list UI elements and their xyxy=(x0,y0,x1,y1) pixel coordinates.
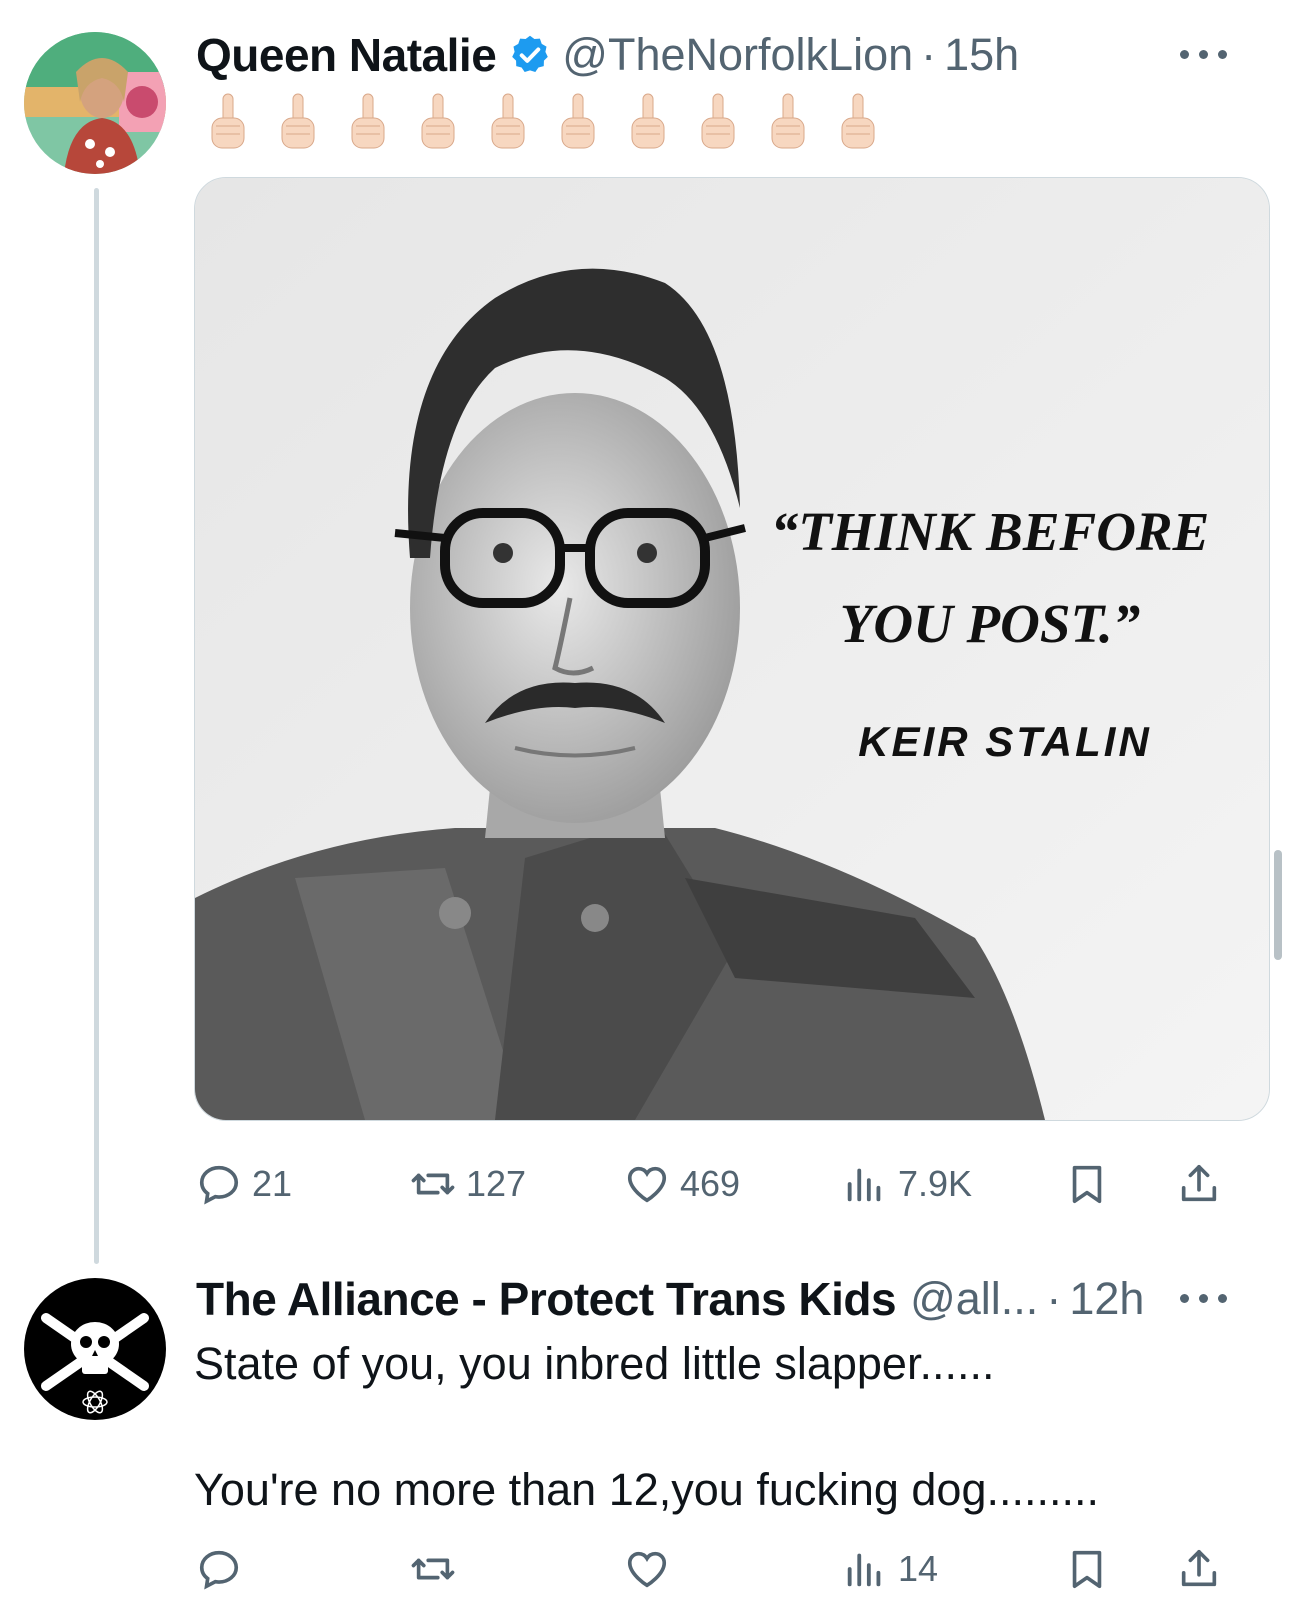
separator-dot: · xyxy=(1046,1273,1062,1324)
middle-finger-emoji-icon xyxy=(701,93,735,149)
avatar-queen-natalie[interactable] xyxy=(24,32,166,174)
reply-icon xyxy=(199,1165,239,1205)
author-handle[interactable]: @TheNorfolkLion xyxy=(562,29,913,81)
avatar-image xyxy=(24,1278,166,1420)
middle-finger-emoji-icon xyxy=(281,93,315,149)
repost-button[interactable]: 127 xyxy=(410,1156,526,1212)
image-quote-line-1: “THINK BEFORE xyxy=(770,501,1210,562)
like-icon xyxy=(627,1551,667,1588)
more-icon[interactable] xyxy=(1180,1292,1228,1304)
tweet-media-image[interactable]: “THINK BEFORE YOU POST.” KEIR STALIN xyxy=(194,177,1270,1121)
views-button[interactable]: 14 xyxy=(842,1541,938,1597)
repost-button[interactable] xyxy=(410,1541,456,1597)
like-count: 469 xyxy=(680,1163,741,1204)
reply-action-bar: 14 xyxy=(196,1541,1264,1597)
middle-finger-emoji-icon xyxy=(491,93,525,149)
middle-finger-emoji-icon xyxy=(631,93,665,149)
share-button[interactable] xyxy=(1176,1541,1222,1597)
like-button[interactable] xyxy=(624,1541,670,1597)
avatar-the-alliance[interactable] xyxy=(24,1278,166,1420)
reply-count: 21 xyxy=(252,1163,293,1204)
views-icon xyxy=(847,1553,881,1587)
middle-finger-emoji-icon xyxy=(561,93,595,149)
reply-author-handle[interactable]: @all... xyxy=(910,1273,1038,1325)
bookmark-icon xyxy=(1072,1550,1102,1589)
tweet-header: Queen Natalie @TheNorfolkLion · 15h xyxy=(196,28,1019,82)
like-icon xyxy=(627,1166,667,1203)
share-button[interactable] xyxy=(1176,1156,1222,1212)
reply-text-line-2: You're no more than 12,you fucking dog..… xyxy=(194,1464,1100,1515)
views-count: 7.9K xyxy=(898,1163,973,1204)
middle-finger-emoji-icon xyxy=(841,93,875,149)
repost-icon xyxy=(411,1558,455,1580)
middle-finger-emoji-icon xyxy=(771,93,805,149)
thread-connector-line xyxy=(94,188,99,1264)
reply-header: The Alliance - Protect Trans Kids @all..… xyxy=(196,1272,1144,1326)
reply-button[interactable]: 21 xyxy=(196,1156,292,1212)
views-button[interactable]: 7.9K xyxy=(842,1156,972,1212)
reply-time[interactable]: 12h xyxy=(1069,1273,1144,1325)
middle-finger-emoji-icon xyxy=(211,93,245,149)
bookmark-icon xyxy=(1072,1165,1102,1204)
image-attribution: KEIR STALIN xyxy=(858,718,1152,765)
tweet-time[interactable]: 15h xyxy=(944,29,1019,81)
reply-text-line-1: State of you, you inbred little slapper.… xyxy=(194,1338,995,1389)
middle-finger-emoji-icon xyxy=(351,93,385,149)
author-name[interactable]: Queen Natalie xyxy=(196,28,497,82)
separator-dot: · xyxy=(921,29,937,80)
reply-icon xyxy=(199,1550,239,1590)
tweet-action-bar: 21 127 469 7.9K xyxy=(196,1156,1264,1212)
more-icon[interactable] xyxy=(1180,48,1228,60)
reply-button[interactable] xyxy=(196,1541,242,1597)
verified-badge-icon xyxy=(512,35,549,73)
avatar-image xyxy=(24,32,166,174)
tweet-text-emoji: 🖕🏻🖕🏻🖕🏻🖕🏻🖕🏻🖕🏻🖕🏻🖕🏻🖕🏻🖕🏻 xyxy=(204,92,882,152)
views-count: 14 xyxy=(898,1548,939,1589)
like-button[interactable]: 469 xyxy=(624,1156,740,1212)
middle-finger-emoji-icon xyxy=(421,93,455,149)
scrollbar-thumb[interactable] xyxy=(1274,850,1282,960)
share-icon xyxy=(1181,1164,1217,1202)
image-quote-line-2: YOU POST.” xyxy=(839,593,1141,654)
repost-count: 127 xyxy=(466,1163,527,1204)
repost-icon xyxy=(411,1173,455,1195)
bookmark-button[interactable] xyxy=(1064,1541,1110,1597)
bookmark-button[interactable] xyxy=(1064,1156,1110,1212)
reply-author-name[interactable]: The Alliance - Protect Trans Kids xyxy=(196,1272,897,1326)
views-icon xyxy=(847,1168,881,1202)
share-icon xyxy=(1181,1549,1217,1587)
